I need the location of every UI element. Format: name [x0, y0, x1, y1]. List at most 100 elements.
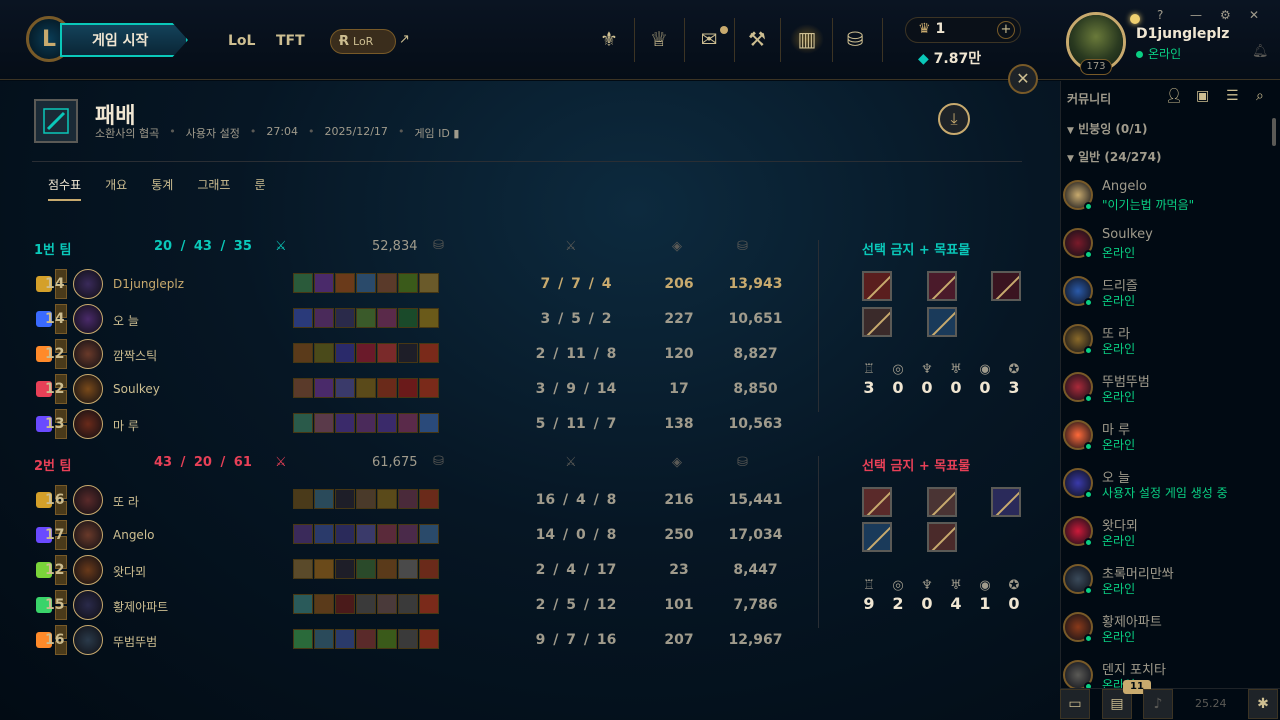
item-icon[interactable]: [293, 524, 313, 544]
item-icon[interactable]: [314, 343, 334, 363]
item-icon[interactable]: [377, 273, 397, 293]
item-icon[interactable]: [335, 343, 355, 363]
friend-item[interactable]: 왓다뫼 온라인: [1062, 516, 1262, 560]
champion-portrait[interactable]: [73, 409, 103, 439]
item-icon[interactable]: [356, 559, 376, 579]
item-icon[interactable]: [419, 594, 439, 614]
item-icon[interactable]: [356, 308, 376, 328]
collection-icon[interactable]: ▥: [790, 24, 824, 54]
item-icon[interactable]: [398, 489, 418, 509]
player-name[interactable]: 깜짝스틱: [113, 347, 157, 364]
friend-item[interactable]: Soulkey 온라인: [1062, 227, 1262, 272]
friend-item[interactable]: 마 루 온라인: [1062, 420, 1262, 464]
add-friend-icon[interactable]: 👤︎: [1165, 88, 1183, 104]
bug-report-icon[interactable]: ✱: [1248, 689, 1278, 719]
chat-icon[interactable]: ▭: [1060, 689, 1090, 719]
item-icon[interactable]: [419, 378, 439, 398]
item-icon[interactable]: [335, 489, 355, 509]
item-icon[interactable]: [314, 594, 334, 614]
item-icon[interactable]: [335, 594, 355, 614]
bell-icon[interactable]: 🔔︎: [1252, 44, 1269, 59]
item-icon[interactable]: [377, 559, 397, 579]
item-icon[interactable]: [419, 559, 439, 579]
item-icon[interactable]: [335, 413, 355, 433]
search-icon[interactable]: ⌕: [1256, 88, 1264, 104]
item-icon[interactable]: [335, 524, 355, 544]
friend-item[interactable]: 뚜범뚜범 온라인: [1062, 372, 1262, 416]
player-name[interactable]: 오 늘: [113, 312, 139, 329]
champion-portrait[interactable]: [73, 339, 103, 369]
item-icon[interactable]: [335, 378, 355, 398]
friend-item[interactable]: 황제아파트 온라인: [1062, 612, 1262, 656]
item-icon[interactable]: [398, 524, 418, 544]
player-name[interactable]: 왓다뫼: [113, 563, 146, 580]
tab-graphs[interactable]: 그래프: [197, 176, 230, 201]
item-icon[interactable]: [314, 413, 334, 433]
list-view-icon[interactable]: ☰: [1226, 88, 1239, 104]
player-name[interactable]: 또 라: [113, 493, 139, 510]
buy-rp-button[interactable]: +: [997, 21, 1015, 39]
copy-icon[interactable]: ▮: [453, 127, 459, 140]
item-icon[interactable]: [314, 273, 334, 293]
item-icon[interactable]: [314, 629, 334, 649]
play-button[interactable]: 게임 시작: [60, 23, 188, 57]
item-icon[interactable]: [377, 489, 397, 509]
item-icon[interactable]: [398, 308, 418, 328]
item-icon[interactable]: [419, 489, 439, 509]
nav-tft[interactable]: TFT: [276, 33, 305, 49]
mic-icon[interactable]: ♪: [1143, 689, 1173, 719]
item-icon[interactable]: [419, 273, 439, 293]
item-icon[interactable]: [293, 629, 313, 649]
tab-scoreboard[interactable]: 점수표: [48, 176, 82, 201]
item-icon[interactable]: [398, 594, 418, 614]
scrollbar[interactable]: [1272, 118, 1276, 146]
player-name[interactable]: 마 루: [113, 417, 139, 434]
champion-portrait[interactable]: [73, 520, 103, 550]
settings-icon[interactable]: ⚙: [1220, 8, 1231, 22]
item-icon[interactable]: [356, 378, 376, 398]
item-icon[interactable]: [293, 489, 313, 509]
item-icon[interactable]: [419, 413, 439, 433]
item-icon[interactable]: [398, 273, 418, 293]
item-icon[interactable]: [293, 308, 313, 328]
champion-portrait[interactable]: [73, 485, 103, 515]
user-status[interactable]: 온라인: [1136, 45, 1188, 62]
player-name[interactable]: D1jungleplz: [113, 277, 184, 291]
item-icon[interactable]: [356, 489, 376, 509]
trophy-icon[interactable]: ⚜: [594, 24, 624, 54]
minimize-icon[interactable]: —: [1190, 8, 1202, 22]
item-icon[interactable]: [377, 594, 397, 614]
item-icon[interactable]: [293, 413, 313, 433]
friend-item[interactable]: 드리즐 온라인: [1062, 276, 1262, 320]
champion-portrait[interactable]: [73, 590, 103, 620]
item-icon[interactable]: [419, 629, 439, 649]
player-name[interactable]: 황제아파트: [113, 598, 168, 615]
item-icon[interactable]: [398, 343, 418, 363]
tab-stats[interactable]: 통계: [151, 176, 173, 201]
item-icon[interactable]: [335, 629, 355, 649]
item-icon[interactable]: [356, 343, 376, 363]
item-icon[interactable]: [293, 273, 313, 293]
friend-item[interactable]: 초록머리만쏴 온라인: [1062, 564, 1262, 608]
tab-runes[interactable]: 룬: [254, 176, 265, 201]
item-icon[interactable]: [356, 524, 376, 544]
item-icon[interactable]: [398, 378, 418, 398]
item-icon[interactable]: [377, 308, 397, 328]
item-icon[interactable]: [398, 559, 418, 579]
item-icon[interactable]: [419, 524, 439, 544]
friend-item[interactable]: 또 라 온라인: [1062, 324, 1262, 368]
item-icon[interactable]: [314, 489, 334, 509]
item-icon[interactable]: [356, 629, 376, 649]
item-icon[interactable]: [419, 343, 439, 363]
item-icon[interactable]: [377, 343, 397, 363]
item-icon[interactable]: [314, 524, 334, 544]
item-icon[interactable]: [293, 343, 313, 363]
champion-portrait[interactable]: [73, 625, 103, 655]
lor-button[interactable]: Ɍ LoR: [330, 29, 396, 54]
item-icon[interactable]: [377, 413, 397, 433]
loot-icon[interactable]: ⛁: [840, 24, 870, 54]
item-icon[interactable]: [377, 378, 397, 398]
champion-portrait[interactable]: [73, 304, 103, 334]
download-button[interactable]: ⤓: [938, 103, 970, 135]
item-icon[interactable]: [335, 559, 355, 579]
